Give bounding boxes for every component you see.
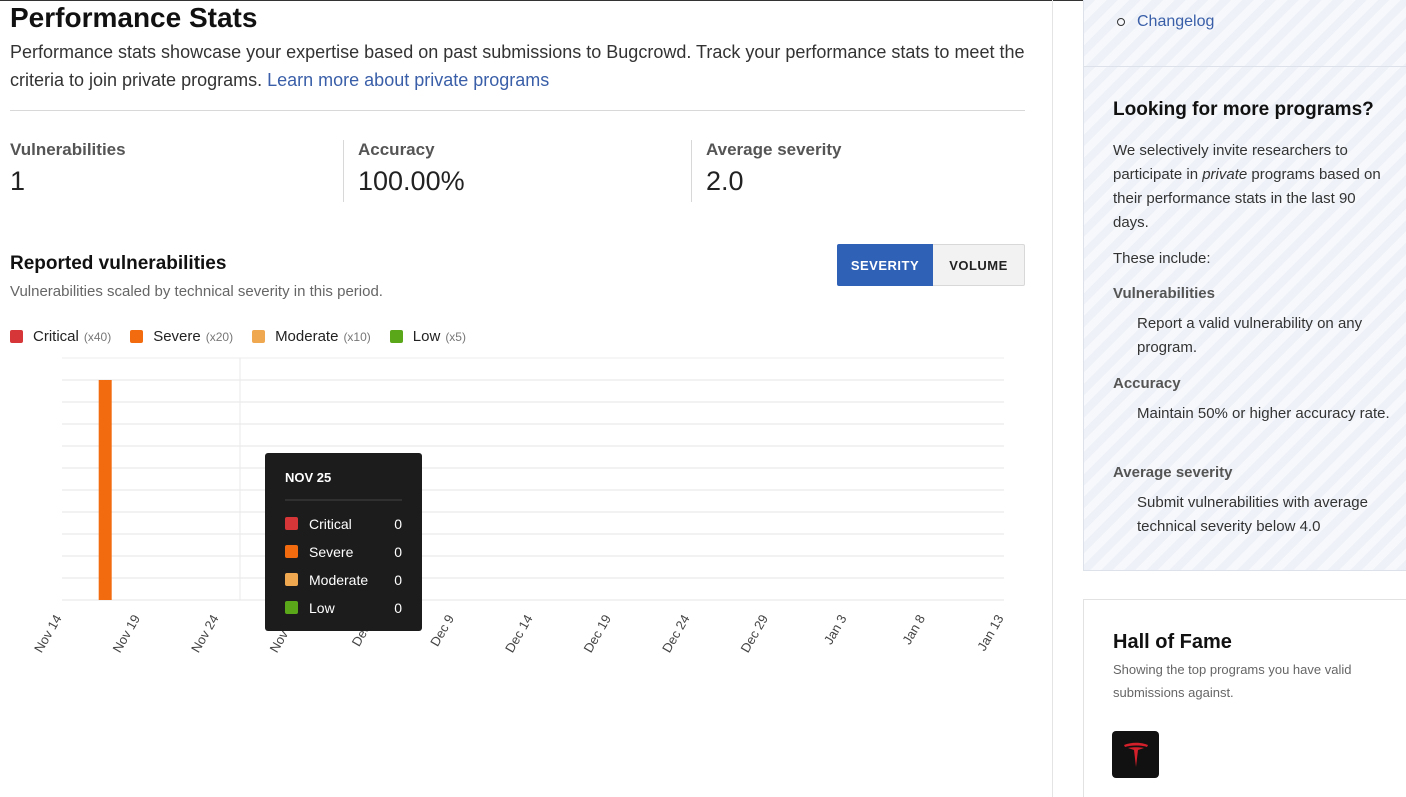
- tooltip-value: 0: [394, 600, 402, 616]
- legend-item-severe[interactable]: Severe (x20): [130, 328, 233, 345]
- tooltip-swatch: [285, 517, 298, 530]
- x-tick-label: Nov 14: [31, 612, 65, 655]
- stat-value: 1: [10, 166, 26, 196]
- tooltip-swatch: [285, 573, 298, 586]
- legend-item-moderate[interactable]: Moderate (x10): [252, 328, 371, 345]
- x-tick-label: Jan 3: [821, 612, 850, 647]
- stat-value: 2.0: [706, 166, 744, 196]
- bar-severe: [98, 380, 112, 600]
- page-title: Performance Stats: [10, 2, 258, 33]
- x-tick-label: Dec 24: [659, 612, 693, 655]
- x-tick-label: Dec 29: [738, 612, 772, 655]
- tooltip-label: Critical: [309, 516, 352, 532]
- chart-tooltip: NOV 25 Critical 0 Severe 0 Moderate 0 Low 0: [265, 453, 422, 631]
- legend-item-low[interactable]: Low (x5): [389, 328, 466, 345]
- tesla-logo-icon[interactable]: [1112, 731, 1159, 778]
- stat-label: Accuracy: [358, 140, 435, 159]
- sidebar-divider: [1052, 0, 1053, 797]
- bullet-icon: [1117, 18, 1125, 26]
- x-tick-label: Dec 9: [427, 612, 457, 649]
- criteria-heading-accuracy: Accuracy: [1113, 375, 1181, 392]
- tooltip-label: Severe: [309, 544, 354, 560]
- chart-bars: [98, 380, 112, 600]
- legend-multiplier: (x40): [83, 329, 112, 344]
- tooltip-swatch: [285, 601, 298, 614]
- chart-mode-toggle: SEVERITY VOLUME: [837, 244, 1025, 286]
- legend-label: Moderate: [275, 328, 339, 345]
- divider: [10, 110, 1025, 111]
- legend-multiplier: (x10): [343, 329, 371, 344]
- changelog-link-item[interactable]: Changelog: [1117, 13, 1214, 31]
- criteria-text-average-severity: Submit vulnerabilities with average tech…: [1137, 494, 1368, 535]
- criteria-heading-vulnerabilities: Vulnerabilities: [1113, 285, 1215, 302]
- x-tick-label: Dec 14: [502, 612, 536, 655]
- reported-vulnerabilities-subtitle: Vulnerabilities scaled by technical seve…: [10, 283, 383, 300]
- stat-accuracy: Accuracy 100.00%: [343, 140, 683, 202]
- stat-value: 100.00%: [358, 166, 465, 196]
- legend-swatch: [10, 330, 23, 343]
- sidebar-links-panel: [1083, 0, 1406, 66]
- hall-of-fame-subtitle: Showing the top programs you have valid …: [1113, 662, 1352, 700]
- tooltip-label: Moderate: [309, 572, 368, 588]
- reported-vulnerabilities-title: Reported vulnerabilities: [10, 253, 227, 274]
- tooltip-value: 0: [394, 516, 402, 532]
- legend-multiplier: (x20): [205, 329, 234, 344]
- more-programs-description: We selectively invite researchers to par…: [1113, 139, 1388, 235]
- intro-paragraph: Performance stats showcase your expertis…: [10, 38, 1025, 94]
- tooltip-title: NOV 25: [285, 470, 331, 485]
- severity-toggle-button[interactable]: SEVERITY: [837, 244, 933, 286]
- x-tick-label: Nov 19: [110, 612, 144, 655]
- private-programs-link[interactable]: Learn more about private programs: [267, 70, 549, 90]
- criteria-heading-average-severity: Average severity: [1113, 464, 1233, 481]
- legend-item-critical[interactable]: Critical (x40): [10, 328, 111, 345]
- chart-legend: Critical (x40) Severe (x20) Moderate (x1…: [10, 328, 485, 345]
- legend-multiplier: (x5): [445, 329, 466, 344]
- tooltip-value: 0: [394, 572, 402, 588]
- x-tick-label: Nov 24: [188, 612, 222, 655]
- stat-vulnerabilities: Vulnerabilities 1: [10, 140, 340, 202]
- hall-of-fame-title: Hall of Fame: [1113, 631, 1232, 653]
- vulnerabilities-chart: Nov 14Nov 19Nov 24Nov 29Dec 4Dec 9Dec 14…: [31, 357, 1007, 655]
- x-tick-label: Jan 8: [899, 612, 928, 647]
- legend-swatch: [130, 330, 144, 343]
- x-tick-label: Dec 19: [581, 612, 615, 655]
- criteria-text-accuracy: Maintain 50% or higher accuracy rate.: [1137, 405, 1390, 422]
- changelog-link[interactable]: Changelog: [1137, 13, 1214, 31]
- chart-x-ticks: Nov 14Nov 19Nov 24Nov 29Dec 4Dec 9Dec 14…: [31, 612, 1007, 655]
- legend-label: Low: [412, 328, 441, 345]
- x-tick-label: Jan 13: [974, 612, 1007, 653]
- these-include-text: These include:: [1113, 250, 1211, 267]
- legend-label: Severe: [153, 328, 201, 345]
- criteria-text-vulnerabilities: Report a valid vulnerability on any prog…: [1137, 315, 1363, 356]
- tooltip-value: 0: [394, 544, 402, 560]
- stat-label: Average severity: [706, 140, 842, 159]
- chart-grid: [62, 357, 1004, 601]
- legend-swatch: [252, 330, 266, 343]
- more-programs-title: Looking for more programs?: [1113, 99, 1374, 120]
- tooltip-swatch: [285, 545, 298, 558]
- volume-toggle-button[interactable]: VOLUME: [933, 244, 1025, 286]
- tooltip-label: Low: [309, 600, 336, 616]
- stat-average-severity: Average severity 2.0: [691, 140, 1021, 202]
- legend-swatch: [389, 330, 403, 343]
- stat-label: Vulnerabilities: [10, 140, 126, 159]
- tesla-logo-glyph: [1123, 742, 1148, 767]
- legend-label: Critical: [33, 328, 79, 345]
- description-emphasis: private: [1202, 166, 1248, 183]
